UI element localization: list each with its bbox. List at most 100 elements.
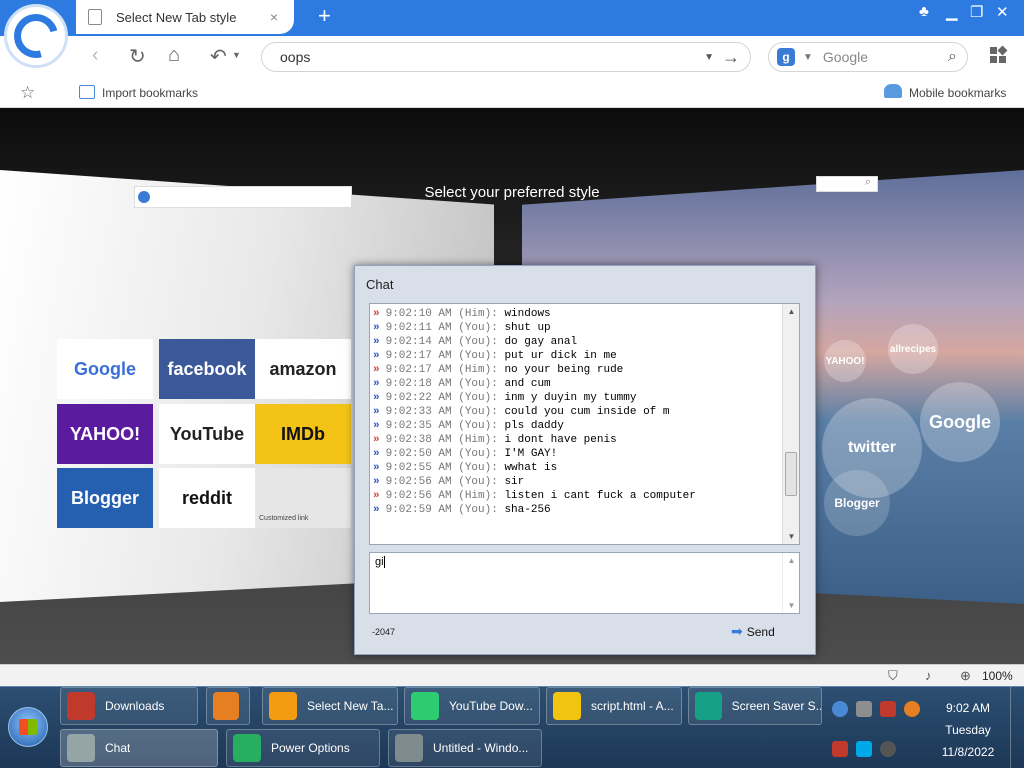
send-arrow-icon: ➡ — [731, 623, 743, 639]
zoom-icon[interactable]: ⊕ — [960, 668, 971, 684]
taskbar-button[interactable]: YouTube Dow... — [404, 687, 540, 725]
tray-app-icon[interactable] — [880, 701, 896, 717]
chat-message: » 9:02:10 AM (Him): windows — [370, 307, 782, 321]
uc-browser-logo[interactable] — [4, 4, 68, 68]
import-icon[interactable] — [79, 85, 95, 99]
site-tile[interactable]: Customized link — [255, 468, 351, 528]
tray-app-icon[interactable] — [832, 701, 848, 717]
reload-icon[interactable]: ↻ — [129, 44, 146, 69]
taskbar-button[interactable]: Select New Ta... — [262, 687, 398, 725]
mobile-bookmarks-link[interactable]: Mobile bookmarks — [909, 86, 1006, 100]
message-text: sha-256 — [504, 504, 551, 516]
message-text: wwhat is — [504, 462, 558, 474]
tray-app-icon[interactable] — [904, 701, 920, 717]
taskbar-button[interactable]: Untitled - Windo... — [388, 729, 542, 767]
address-bar[interactable]: oops ▼ → — [261, 42, 751, 72]
minimize-button[interactable]: ▁ — [946, 3, 958, 21]
app-icon — [269, 692, 297, 720]
site-tile[interactable]: amazon — [255, 339, 351, 399]
site-tile[interactable]: YouTube — [159, 404, 255, 464]
scroll-up-icon[interactable]: ▲ — [783, 307, 799, 316]
import-bookmarks-link[interactable]: Import bookmarks — [102, 86, 198, 100]
chat-window: Chat » 9:02:10 AM (Him): windows » 9:02:11 … — [354, 265, 816, 655]
new-tab-button[interactable]: + — [318, 3, 331, 29]
chat-log-scrollbar[interactable]: ▲ ▼ — [782, 304, 799, 544]
message-time: 9:02:18 AM — [385, 378, 459, 390]
cloud-icon[interactable] — [884, 84, 902, 98]
site-tile[interactable]: IMDb — [255, 404, 351, 464]
chat-log[interactable]: » 9:02:10 AM (Him): windows » 9:02:11 AM (Y… — [369, 303, 800, 545]
tile-label: IMDb — [281, 423, 325, 444]
site-bubble[interactable]: YAHOO! — [824, 340, 866, 382]
address-dropdown-icon[interactable]: ▼ — [704, 52, 714, 63]
google-icon: g — [777, 48, 795, 66]
skin-icon[interactable]: ♣ — [919, 3, 929, 20]
clock[interactable]: 9:02 AM Tuesday 11/8/2022 — [934, 697, 1002, 763]
message-time: 9:02:35 AM — [385, 420, 459, 432]
clock-date: 11/8/2022 — [941, 745, 995, 759]
message-arrow-icon: » — [373, 406, 380, 418]
chat-message: » 9:02:11 AM (You): shut up — [370, 321, 782, 335]
apps-grid-icon[interactable] — [990, 45, 1008, 63]
site-bubble[interactable]: Google — [920, 382, 1000, 462]
search-icon[interactable]: ⌕ — [948, 48, 957, 66]
message-sender: (You): — [458, 406, 505, 418]
site-tile[interactable]: YAHOO! — [57, 404, 153, 464]
message-time: 9:02:10 AM — [385, 308, 459, 320]
flag-icon[interactable] — [832, 741, 848, 757]
zoom-level[interactable]: 100% — [982, 669, 1013, 683]
scroll-up-icon[interactable]: ▲ — [783, 556, 800, 565]
star-icon[interactable]: ☆ — [20, 83, 35, 103]
search-icon: ⌕ — [864, 176, 871, 188]
site-tile[interactable]: facebook — [159, 339, 255, 399]
undo-dropdown-icon[interactable]: ▼ — [232, 50, 241, 60]
tile-label: reddit — [181, 487, 232, 508]
navigation-bar: ‹ ↻ ⌂ ↶ ▼ oops ▼ → g ▼ Google ⌕ — [0, 36, 1024, 78]
chat-input[interactable]: gi ▲ ▼ — [369, 552, 800, 614]
undo-icon[interactable]: ↶ — [210, 44, 227, 69]
volume-icon[interactable]: ♪ — [925, 668, 932, 683]
chat-message: » 9:02:35 AM (You): pls daddy — [370, 419, 782, 433]
scroll-down-icon[interactable]: ▼ — [783, 532, 799, 541]
site-bubble[interactable]: allrecipes — [888, 324, 938, 374]
tab-close-icon[interactable]: × — [270, 9, 278, 25]
search-engine-dropdown-icon[interactable]: ▼ — [803, 52, 813, 63]
site-tile[interactable]: Google — [57, 339, 153, 399]
taskbar-button[interactable]: Screen Saver S... — [688, 687, 822, 725]
scroll-thumb[interactable] — [785, 452, 797, 496]
site-tile[interactable]: Blogger — [57, 468, 153, 528]
scroll-down-icon[interactable]: ▼ — [783, 601, 800, 610]
message-arrow-icon: » — [373, 378, 380, 390]
show-desktop-button[interactable] — [1010, 687, 1024, 768]
site-tile[interactable]: reddit — [159, 468, 255, 528]
tray-app-icon[interactable] — [856, 701, 872, 717]
taskbar-button[interactable]: Downloads — [60, 687, 198, 725]
home-icon[interactable]: ⌂ — [168, 44, 180, 67]
taskbar-button[interactable] — [206, 687, 250, 725]
site-bubble[interactable]: Blogger — [824, 470, 890, 536]
send-label: Send — [746, 624, 775, 639]
message-arrow-icon: » — [373, 462, 380, 474]
shield-icon[interactable]: ⛉ — [888, 668, 898, 684]
chat-input-text: gi — [375, 556, 384, 568]
chat-input-scrollbar[interactable]: ▲ ▼ — [782, 553, 799, 613]
network-icon[interactable] — [856, 741, 872, 757]
close-button[interactable]: ✕ — [996, 3, 1009, 21]
volume-icon[interactable] — [880, 741, 896, 757]
back-icon[interactable]: ‹ — [92, 44, 99, 67]
taskbar-button[interactable]: Power Options — [226, 729, 380, 767]
go-arrow-icon[interactable]: → — [722, 47, 740, 68]
taskbar-button[interactable]: script.html - A... — [546, 687, 682, 725]
clock-day: Tuesday — [945, 723, 991, 737]
chat-message: » 9:02:50 AM (You): I'M GAY! — [370, 447, 782, 461]
taskbar-button[interactable]: Chat — [60, 729, 218, 767]
app-icon — [411, 692, 439, 720]
message-time: 9:02:56 AM — [385, 476, 459, 488]
browser-tab[interactable]: Select New Tab style × — [76, 0, 294, 34]
message-text: inm y duyin my tummy — [504, 392, 637, 404]
start-button[interactable] — [8, 707, 48, 747]
send-button[interactable]: ➡ Send — [731, 623, 775, 640]
search-box[interactable]: g ▼ Google ⌕ — [768, 42, 968, 72]
restore-button[interactable]: ❐ — [970, 3, 983, 21]
message-text: windows — [504, 308, 551, 320]
